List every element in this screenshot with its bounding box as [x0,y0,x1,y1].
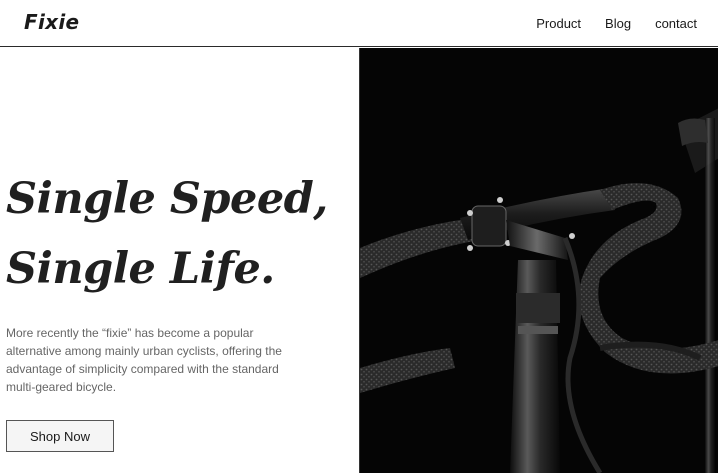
hero-bicycle-image [359,48,718,473]
logo[interactable]: Fixie [24,10,79,34]
bicycle-illustration [360,48,718,473]
hero-description: More recently the “fixie” has become a p… [6,326,282,394]
main-nav: Product Blog contact [536,0,718,47]
nav-link-contact[interactable]: contact [655,16,697,31]
site-header: Fixie Product Blog contact [0,0,718,47]
page: Fixie Product Blog contact Single Speed,… [0,0,718,473]
nav-link-blog[interactable]: Blog [605,16,631,31]
nav-link-product[interactable]: Product [536,16,581,31]
hero-text-panel: Single Speed, Single Life. More recently… [0,48,359,473]
headline-line-1: Single Speed, [6,174,328,224]
hero-headline: Single Speed, Single Life. [6,164,328,304]
shop-now-button[interactable]: Shop Now [6,420,114,452]
headline-line-2: Single Life. [6,244,275,294]
